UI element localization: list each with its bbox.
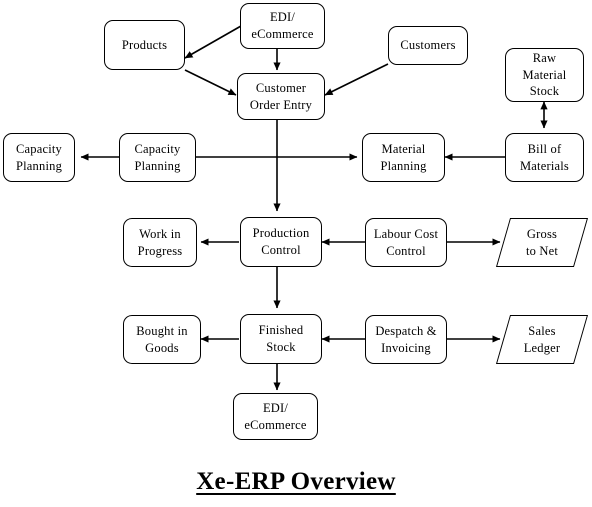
- mp-line2: Planning: [380, 158, 427, 173]
- node-sales-ledger-label: Sales Ledger: [503, 315, 581, 364]
- bom-line1: Bill of: [527, 141, 562, 156]
- lcc-line2: Control: [386, 243, 426, 258]
- cpl-line1: Capacity: [15, 141, 62, 156]
- edi-top-line2: eCommerce: [251, 27, 314, 41]
- edge-products-to-coe: [184, 69, 237, 96]
- pc-line2: Control: [261, 243, 301, 257]
- sl-line2: Ledger: [523, 340, 561, 355]
- fs-line1: Finished: [258, 323, 304, 338]
- gtn-line1: Gross: [526, 226, 558, 241]
- di-line2: Invoicing: [381, 340, 431, 355]
- node-customers-label: Customers: [400, 38, 456, 53]
- edi-top-line1: EDI/: [269, 10, 296, 25]
- cpm-line1: Capacity: [134, 141, 181, 156]
- edi-bottom-line2: eCommerce: [244, 417, 307, 432]
- node-edi-ecommerce-top-label: EDI/ eCommerce: [245, 9, 319, 43]
- node-capacity-planning-left[interactable]: Capacity Planning: [3, 133, 75, 182]
- node-despatch-invoicing[interactable]: Despatch & Invoicing: [365, 315, 447, 364]
- diagram-title: Xe-ERP Overview: [196, 468, 396, 495]
- node-production-control[interactable]: Production Control: [240, 217, 322, 267]
- node-edi-ecommerce-bottom[interactable]: EDI/ eCommerce: [233, 393, 318, 440]
- node-capacity-planning-left-label: Capacity Planning: [10, 141, 68, 175]
- node-labour-cost-control-label: Labour Cost Control: [368, 226, 444, 260]
- node-sales-ledger[interactable]: Sales Ledger: [495, 315, 589, 364]
- node-bought-in-goods[interactable]: Bought in Goods: [123, 315, 201, 364]
- node-finished-stock[interactable]: Finished Stock: [240, 314, 322, 364]
- edge-edi-to-products: [184, 25, 242, 59]
- node-work-in-progress-label: Work in Progress: [132, 226, 189, 260]
- big-line2: Goods: [145, 340, 179, 355]
- node-capacity-planning-mid[interactable]: Capacity Planning: [119, 133, 196, 182]
- diagram-canvas: Products EDI/ eCommerce Customers Raw Ma…: [0, 0, 592, 507]
- node-despatch-invoicing-label: Despatch & Invoicing: [369, 323, 442, 357]
- node-gross-to-net-label: Gross to Net: [503, 218, 581, 267]
- node-bill-of-materials-label: Bill of Materials: [514, 141, 575, 175]
- node-products[interactable]: Products: [104, 20, 185, 70]
- gtn-line2: to Net: [525, 243, 559, 258]
- node-production-control-label: Production Control: [247, 225, 316, 259]
- node-bought-in-goods-label: Bought in Goods: [130, 323, 193, 357]
- node-edi-ecommerce-top[interactable]: EDI/ eCommerce: [240, 3, 325, 49]
- node-raw-material-stock[interactable]: Raw Material Stock: [505, 48, 584, 102]
- cpm-line2: Planning: [134, 158, 181, 173]
- node-bill-of-materials[interactable]: Bill of Materials: [505, 133, 584, 182]
- fs-line2: Stock: [266, 340, 296, 354]
- edge-customers-to-coe: [324, 63, 389, 96]
- node-edi-ecommerce-bottom-label: EDI/ eCommerce: [238, 400, 312, 434]
- rms-line2: Stock: [529, 84, 560, 99]
- node-labour-cost-control[interactable]: Labour Cost Control: [365, 218, 447, 267]
- node-customers[interactable]: Customers: [388, 26, 468, 65]
- rms-line1: Raw Material: [522, 50, 567, 82]
- wip-line1: Work in: [139, 226, 181, 241]
- coe-line1: Customer: [255, 80, 307, 95]
- di-line1: Despatch &: [375, 323, 437, 338]
- node-raw-material-stock-label: Raw Material Stock: [506, 50, 583, 101]
- node-customer-order-entry-label: Customer Order Entry: [244, 80, 318, 114]
- node-capacity-planning-mid-label: Capacity Planning: [128, 141, 186, 175]
- edi-bottom-line1: EDI/: [262, 400, 289, 415]
- node-finished-stock-label: Finished Stock: [253, 322, 310, 356]
- sl-line1: Sales: [528, 323, 556, 338]
- pc-line1: Production: [252, 226, 310, 241]
- lcc-line1: Labour Cost: [373, 226, 439, 241]
- big-line1: Bought in: [136, 323, 188, 338]
- coe-line2: Order Entry: [249, 97, 313, 112]
- mp-line1: Material: [381, 141, 426, 156]
- node-customer-order-entry[interactable]: Customer Order Entry: [237, 73, 325, 120]
- node-products-label: Products: [121, 37, 168, 52]
- bom-line2: Materials: [519, 158, 569, 173]
- cpl-line2: Planning: [15, 158, 63, 173]
- wip-line2: Progress: [137, 243, 183, 258]
- node-work-in-progress[interactable]: Work in Progress: [123, 218, 197, 267]
- node-gross-to-net[interactable]: Gross to Net: [495, 218, 589, 267]
- node-material-planning[interactable]: Material Planning: [362, 133, 445, 182]
- node-material-planning-label: Material Planning: [374, 141, 432, 175]
